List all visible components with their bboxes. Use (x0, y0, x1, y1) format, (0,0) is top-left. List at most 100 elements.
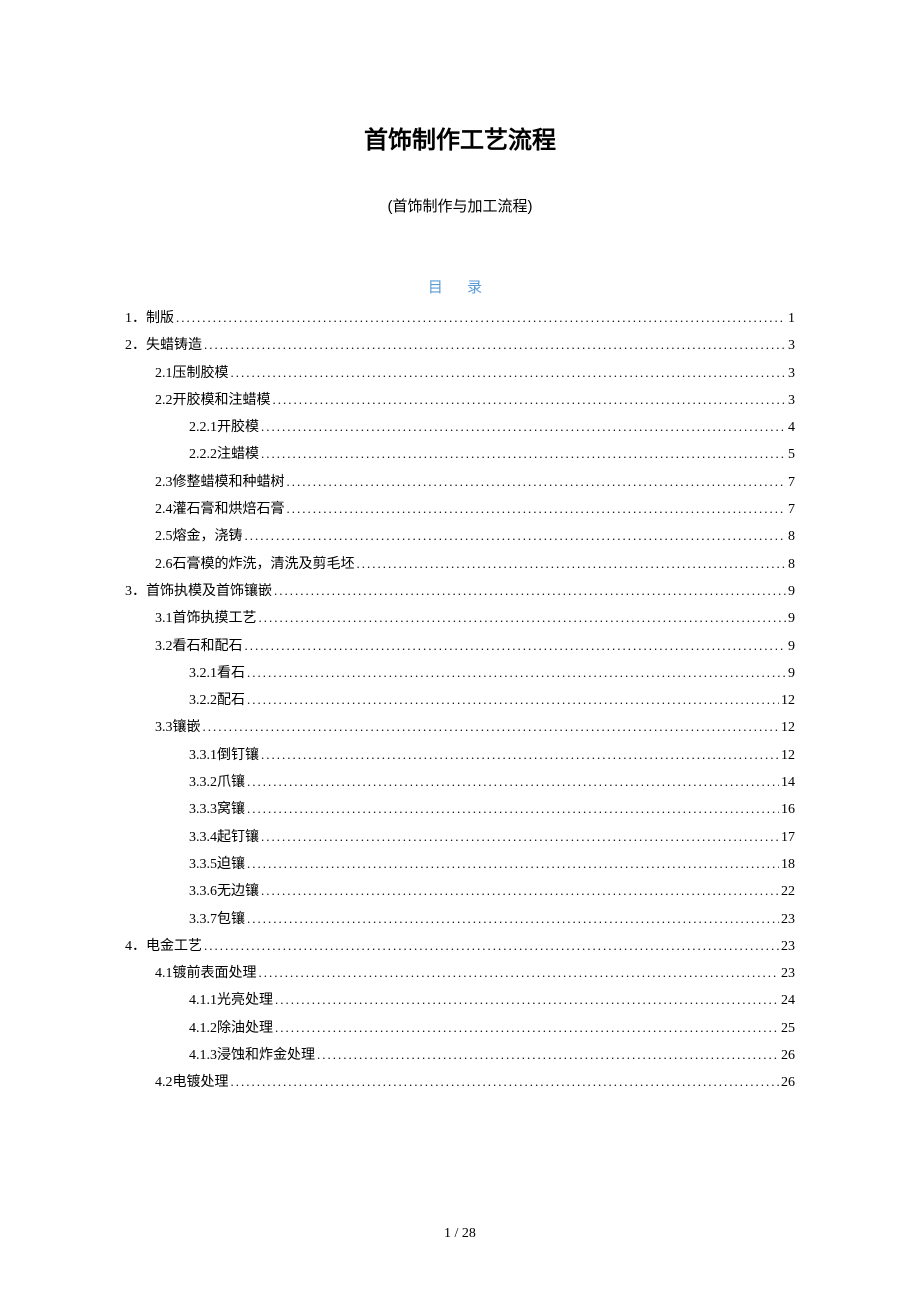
page-title: 首饰制作工艺流程 (125, 120, 795, 155)
toc-entry-number: 3.2 (155, 633, 173, 660)
toc-leader-dots (247, 687, 779, 712)
toc-entry-number: 3.3.5 (189, 851, 217, 878)
toc-leader-dots (357, 551, 787, 576)
toc-entry-number: 2.1 (155, 360, 173, 387)
toc-entry: 4.1 镀前表面处理23 (125, 960, 795, 987)
toc-entry-page: 7 (786, 469, 795, 496)
toc-entry: 3.3 镶嵌12 (125, 714, 795, 741)
toc-entry-text: 包镶 (217, 906, 245, 933)
toc-entry-text: 镀前表面处理 (173, 960, 257, 987)
toc-entry-page: 26 (779, 1069, 795, 1096)
toc-entry-number: 2.4 (155, 496, 173, 523)
toc-entry-number: 3.3 (155, 714, 173, 741)
toc-leader-dots (247, 906, 779, 931)
toc-entry-text: 电金工艺 (146, 933, 202, 960)
toc-entry-text: 浸蚀和炸金处理 (217, 1042, 315, 1069)
toc-entry: 3.2.1 看石 9 (125, 660, 795, 687)
toc-leader-dots (231, 360, 787, 385)
toc-entry: 3.2 看石和配石 9 (125, 633, 795, 660)
toc-leader-dots (259, 960, 780, 985)
toc-entry: 2.2.2 注蜡模5 (125, 441, 795, 468)
toc-entry-number: 2.2 (155, 387, 173, 414)
toc-entry: 2.6 石膏模的炸洗，清洗及剪毛坯8 (125, 551, 795, 578)
toc-entry-page: 3 (786, 387, 795, 414)
toc-leader-dots (317, 1042, 779, 1067)
toc-entry: 2.1 压制胶模 3 (125, 360, 795, 387)
toc-entry-page: 23 (779, 933, 795, 960)
toc-entry: 3.3.6 无边镶22 (125, 878, 795, 905)
toc-entry-number: 3.3.4 (189, 824, 217, 851)
toc-entry: 3.3.2 爪镶14 (125, 769, 795, 796)
toc-leader-dots (275, 1015, 779, 1040)
toc-entry-number: 3.3.2 (189, 769, 217, 796)
toc-entry-number: 4.2 (155, 1069, 173, 1096)
toc-leader-dots (247, 769, 779, 794)
toc-entry-page: 9 (786, 633, 795, 660)
toc-entry-number: 4.1 (155, 960, 173, 987)
toc-entry-number: 1． (125, 305, 146, 332)
toc-entry-text: 熔金，浇铸 (173, 523, 243, 550)
toc-entry-number: 2.5 (155, 523, 173, 550)
toc-leader-dots (287, 469, 787, 494)
toc-entry-number: 4． (125, 933, 146, 960)
toc-entry: 2.2 开胶模和注蜡模3 (125, 387, 795, 414)
toc-entry-number: 4.1.1 (189, 987, 217, 1014)
toc-entry-number: 3.3.6 (189, 878, 217, 905)
toc-entry: 3.3.1 倒钉镶12 (125, 742, 795, 769)
toc-entry-number: 3． (125, 578, 146, 605)
toc-entry: 2.2.1 开胶模4 (125, 414, 795, 441)
toc-entry: 4.1.1 光亮处理24 (125, 987, 795, 1014)
toc-leader-dots (261, 441, 786, 466)
toc-entry-number: 2． (125, 332, 146, 359)
toc-entry-text: 修整蜡模和种蜡树 (173, 469, 285, 496)
toc-leader-dots (259, 605, 787, 630)
toc-entry-text: 看石和配石 (173, 633, 243, 660)
toc-entry-number: 2.6 (155, 551, 173, 578)
toc-entry: 2．失蜡铸造3 (125, 332, 795, 359)
toc-entry-text: 开胶模 (217, 414, 259, 441)
toc-entry-page: 8 (786, 523, 795, 550)
toc-heading: 目 录 (125, 276, 795, 297)
toc-leader-dots (245, 633, 787, 658)
toc-entry-page: 14 (779, 769, 795, 796)
toc-entry: 3.3.4 起钉镶 17 (125, 824, 795, 851)
toc-leader-dots (247, 851, 779, 876)
toc-entry-page: 17 (779, 824, 795, 851)
toc-entry-page: 9 (786, 660, 795, 687)
toc-entry-page: 3 (786, 360, 795, 387)
toc-entry-number: 3.3.3 (189, 796, 217, 823)
toc-entry-number: 2.2.2 (189, 441, 217, 468)
toc-entry: 4.2 电镀处理26 (125, 1069, 795, 1096)
toc-entry-page: 8 (786, 551, 795, 578)
toc-entry-page: 1 (786, 305, 795, 332)
toc-entry: 3.3.5 迫镶18 (125, 851, 795, 878)
toc-entry-text: 起钉镶 (217, 824, 259, 851)
toc-entry-text: 迫镶 (217, 851, 245, 878)
toc-entry-number: 4.1.2 (189, 1015, 217, 1042)
toc-entry: 3.2.2 配石12 (125, 687, 795, 714)
toc-leader-dots (204, 933, 779, 958)
toc-entry-page: 16 (779, 796, 795, 823)
toc-entry-page: 5 (786, 441, 795, 468)
toc-entry-page: 23 (779, 906, 795, 933)
toc-leader-dots (261, 878, 779, 903)
toc-entry-number: 3.3.7 (189, 906, 217, 933)
toc-entry-text: 压制胶模 (173, 360, 229, 387)
toc-entry-number: 3.2.2 (189, 687, 217, 714)
toc-entry: 3.3.7 包镶 23 (125, 906, 795, 933)
page-subtitle: (首饰制作与加工流程) (125, 195, 795, 216)
toc-entry: 2.3 修整蜡模和种蜡树7 (125, 469, 795, 496)
toc-entry-text: 首饰执模及首饰镶嵌 (146, 578, 272, 605)
toc-entry-text: 无边镶 (217, 878, 259, 905)
toc-leader-dots (261, 742, 779, 767)
toc-leader-dots (176, 305, 786, 330)
toc-entry-text: 看石 (217, 660, 245, 687)
toc-entry-number: 3.2.1 (189, 660, 217, 687)
toc-leader-dots (247, 660, 786, 685)
toc-entry-text: 除油处理 (217, 1015, 273, 1042)
toc-leader-dots (287, 496, 787, 521)
toc-leader-dots (261, 414, 786, 439)
toc-leader-dots (261, 824, 779, 849)
toc-entry: 4.1.3 浸蚀和炸金处理26 (125, 1042, 795, 1069)
toc-entry: 4.1.2 除油处理25 (125, 1015, 795, 1042)
